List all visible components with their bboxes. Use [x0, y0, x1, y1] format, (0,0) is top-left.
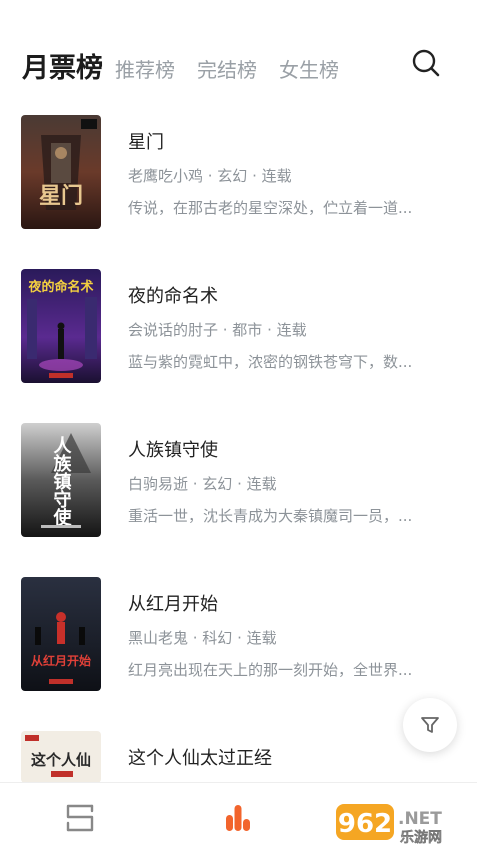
cover-title: 这个人仙 [31, 751, 91, 769]
tab-female[interactable]: 女生榜 [279, 54, 339, 83]
book-cover: 夜的命名术 [21, 269, 101, 383]
nav-ranking[interactable] [218, 803, 258, 833]
tab-recommended[interactable]: 推荐榜 [115, 54, 175, 83]
book-title: 星门 [128, 132, 164, 153]
book-item-3[interactable]: 人族镇守使 人族镇守使 白驹易逝 · 玄幻 · 连载 重活一世，沈长青成为大秦镇… [0, 423, 477, 539]
book-description: 红月亮出现在天上的那一刻开始，全世界... [128, 661, 413, 679]
book-item-1[interactable]: 星门 星门 老鹰吃小鸡 · 玄幻 · 连载 传说，在那古老的星空深处，伫立着一道… [0, 115, 477, 231]
ranking-icon [226, 805, 250, 831]
book-meta: 会说话的肘子 · 都市 · 连载 [128, 321, 307, 339]
cover-title: 夜的命名术 [27, 279, 93, 295]
book-title: 夜的命名术 [128, 286, 218, 307]
book-title: 从红月开始 [128, 594, 218, 615]
book-cover: 星门 [21, 115, 101, 229]
book-meta: 老鹰吃小鸡 · 玄幻 · 连载 [128, 167, 292, 185]
filter-icon [421, 717, 439, 733]
book-description: 传说，在那古老的星空深处，伫立着一道... [128, 199, 413, 217]
ranking-tabs: 月票榜 推荐榜 完结榜 女生榜 [22, 46, 361, 85]
book-item-2[interactable]: 夜的命名术 夜的命名术 会说话的肘子 · 都市 · 连载 蓝与紫的霓虹中，浓密的… [0, 269, 477, 385]
tab-monthly-ticket[interactable]: 月票榜 [22, 46, 103, 85]
cover-title: 从红月开始 [31, 653, 91, 668]
book-cover: 人族镇守使 [21, 423, 101, 537]
search-button[interactable] [409, 46, 443, 80]
header: 月票榜 推荐榜 完结榜 女生榜 [0, 0, 477, 100]
book-item-5[interactable]: 这个人仙 这个人仙太过正经 [0, 731, 477, 783]
book-cover: 从红月开始 [21, 577, 101, 691]
svg-text:962: 962 [338, 809, 392, 839]
filter-button[interactable] [403, 698, 457, 752]
book-meta: 黑山老鬼 · 科幻 · 连载 [128, 629, 277, 647]
book-description: 蓝与紫的霓虹中，浓密的钢铁苍穹下，数... [128, 353, 413, 371]
watermark-logo: 962 .NET 乐游网 [336, 800, 474, 846]
book-item-4[interactable]: 从红月开始 从红月开始 黑山老鬼 · 科幻 · 连载 红月亮出现在天上的那一刻开… [0, 577, 477, 693]
book-title: 这个人仙太过正经 [128, 748, 272, 769]
bookshelf-icon [66, 804, 94, 832]
book-description: 重活一世，沈长青成为大秦镇魔司一员，... [128, 507, 413, 525]
cover-title: 人族镇守使 [51, 436, 73, 527]
book-title: 人族镇守使 [128, 440, 218, 461]
search-icon [412, 49, 440, 77]
nav-bookshelf[interactable] [60, 803, 100, 833]
svg-text:乐游网: 乐游网 [400, 829, 442, 846]
tab-completed[interactable]: 完结榜 [197, 54, 257, 83]
book-cover: 这个人仙 [21, 731, 101, 783]
cover-title: 星门 [39, 183, 83, 209]
svg-text:.NET: .NET [398, 809, 442, 829]
book-meta: 白驹易逝 · 玄幻 · 连载 [128, 475, 277, 493]
